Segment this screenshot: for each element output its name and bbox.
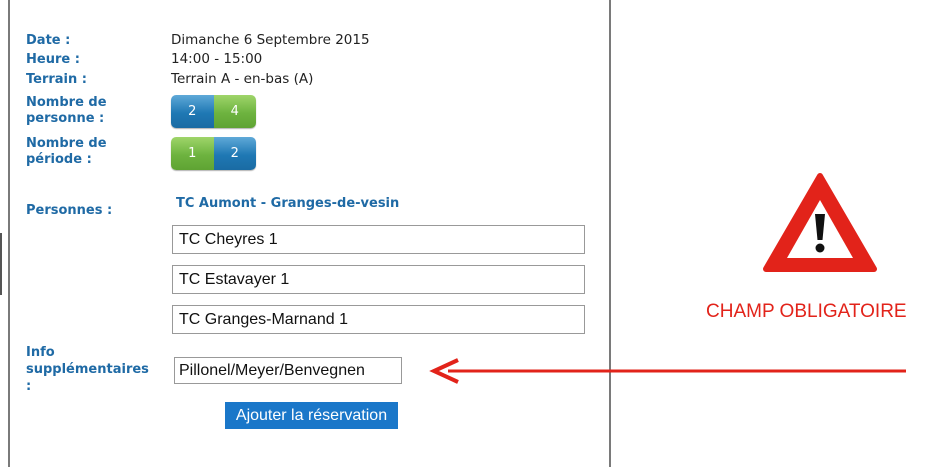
date-value: Dimanche 6 Septembre 2015 [171,32,370,48]
champ-obligatoire-text: CHAMP OBLIGATOIRE [706,301,907,322]
nombre-personne-label-line2: personne : [26,111,105,126]
info-label-line3: : [26,379,32,394]
heure-value: 14:00 - 15:00 [171,51,263,67]
team-name: TC Aumont - Granges-de-vesin [176,196,400,211]
warning-triangle-icon [763,173,877,272]
date-label: Date : [26,33,71,48]
info-label-line2: supplémentaires [26,362,149,377]
nombre-personne-selector: 2 4 [171,95,256,128]
personne-option-4[interactable]: 4 [213,95,256,128]
nombre-periode-label-line1: Nombre de [26,136,107,151]
terrain-value: Terrain A - en-bas (A) [171,71,314,87]
heure-label: Heure : [26,52,80,67]
info-label-line1: Info [26,345,55,360]
arrow-left-icon [429,358,906,384]
personne-input-2[interactable]: TC Estavayer 1 [172,265,585,294]
personnes-label: Personnes : [26,203,113,218]
personne-input-1[interactable]: TC Cheyres 1 [172,225,585,254]
periode-option-1[interactable]: 1 [171,137,214,170]
nombre-personne-label-line1: Nombre de [26,95,107,110]
terrain-label: Terrain : [26,72,87,87]
personne-option-2[interactable]: 2 [171,95,214,128]
info-supplementaires-input[interactable]: Pillonel/Meyer/Benvegnen [174,357,402,384]
periode-option-2[interactable]: 2 [213,137,256,170]
nombre-periode-label-line2: période : [26,152,92,167]
ajouter-reservation-button[interactable]: Ajouter la réservation [225,402,398,429]
personne-input-3[interactable]: TC Granges-Marnand 1 [172,305,585,334]
left-edge-mark [0,233,2,295]
nombre-periode-selector: 1 2 [171,137,256,170]
